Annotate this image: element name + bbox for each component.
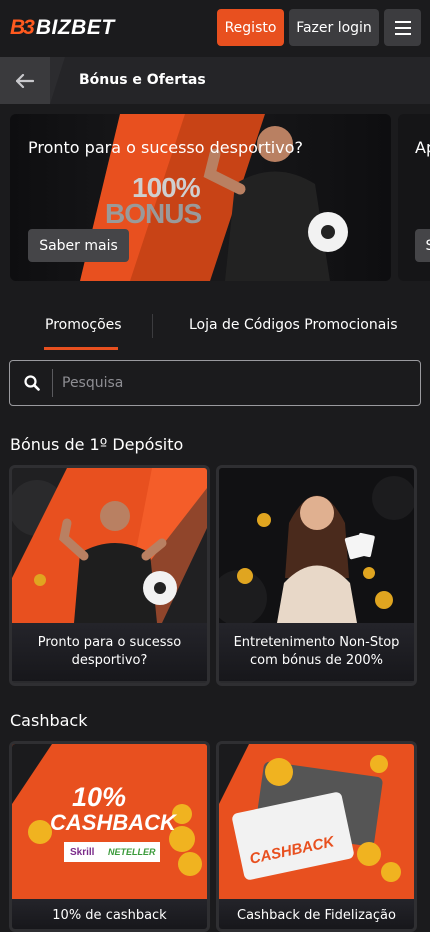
promo-card[interactable]: Pronto para o sucesso desportivo? bbox=[9, 465, 210, 686]
hamburger-icon-line bbox=[394, 32, 411, 35]
football-player-artwork bbox=[12, 468, 207, 623]
promo-card[interactable]: 10% CASHBACK Skrill NETELLER 10% de cash… bbox=[9, 741, 210, 932]
logo-text: BIZBET bbox=[35, 16, 115, 39]
promo-card-title: Entretenimento Non-Stop com bónus de 200… bbox=[219, 623, 414, 681]
neteller-logo: NETELLER bbox=[108, 847, 156, 857]
casino-woman-artwork bbox=[219, 468, 414, 623]
bizbet-logo[interactable]: B3 BIZBET bbox=[10, 16, 115, 40]
promo-card-image: CASHBACK bbox=[219, 744, 414, 899]
active-tab-indicator bbox=[44, 347, 118, 350]
section-title-cashback: Cashback bbox=[10, 711, 88, 730]
top-bar: B3 BIZBET Registo Fazer login bbox=[0, 0, 430, 57]
promo-card[interactable]: Entretenimento Non-Stop com bónus de 200… bbox=[216, 465, 417, 686]
section-title-first-deposit: Bónus de 1º Depósito bbox=[10, 435, 184, 454]
tab-promotions[interactable]: Promoções bbox=[45, 317, 122, 333]
search-icon bbox=[24, 375, 40, 391]
cashback-word: CASHBACK bbox=[50, 810, 176, 835]
promo-card-title: Pronto para o sucesso desportivo? bbox=[12, 623, 207, 681]
back-arrow-icon bbox=[16, 73, 34, 88]
hamburger-icon bbox=[394, 20, 411, 23]
promo-banner-slide[interactable]: 100% BONUS Pronto para o sucesso desport… bbox=[10, 114, 391, 281]
banner-title: Pronto para o sucesso desportivo? bbox=[28, 138, 303, 157]
promo-card-image bbox=[12, 468, 207, 623]
loyalty-cashback-artwork bbox=[219, 744, 414, 899]
promo-card[interactable]: CASHBACK Cashback de Fidelização bbox=[216, 741, 417, 932]
search-divider bbox=[52, 369, 53, 397]
promo-banner-slider[interactable]: 100% BONUS Pronto para o sucesso desport… bbox=[10, 114, 430, 281]
promo-card-image bbox=[219, 468, 414, 623]
learn-more-button[interactable]: S bbox=[415, 229, 430, 262]
promo-card-title: Cashback de Fidelização bbox=[219, 899, 414, 929]
page-title: Bónus e Ofertas bbox=[79, 72, 206, 88]
login-button[interactable]: Fazer login bbox=[289, 9, 379, 46]
page-header-bar: Bónus e Ofertas bbox=[0, 57, 430, 104]
back-button[interactable] bbox=[0, 57, 50, 104]
tab-divider bbox=[152, 314, 153, 338]
promo-card-title: 10% de cashback bbox=[12, 899, 207, 929]
promo-banner-slide-next[interactable]: Ap S bbox=[398, 114, 430, 281]
search-input[interactable] bbox=[62, 361, 412, 405]
promo-card-image: 10% CASHBACK Skrill NETELLER bbox=[12, 744, 207, 899]
search-box bbox=[9, 360, 421, 406]
banner-title: Ap bbox=[415, 138, 430, 157]
skrill-logo: Skrill bbox=[70, 847, 95, 858]
tab-promo-code-store[interactable]: Loja de Códigos Promocionais bbox=[189, 317, 398, 333]
register-button[interactable]: Registo bbox=[217, 9, 284, 46]
promotion-tabs: Promoções Loja de Códigos Promocionais bbox=[0, 300, 430, 350]
banner-bonus-word: BONUS bbox=[105, 198, 202, 229]
cashback-percent: 10% bbox=[72, 782, 127, 812]
logo-mark: B3 bbox=[10, 16, 35, 39]
learn-more-button[interactable]: Saber mais bbox=[28, 229, 129, 262]
menu-button[interactable] bbox=[384, 9, 421, 46]
hamburger-icon-line bbox=[394, 26, 411, 29]
